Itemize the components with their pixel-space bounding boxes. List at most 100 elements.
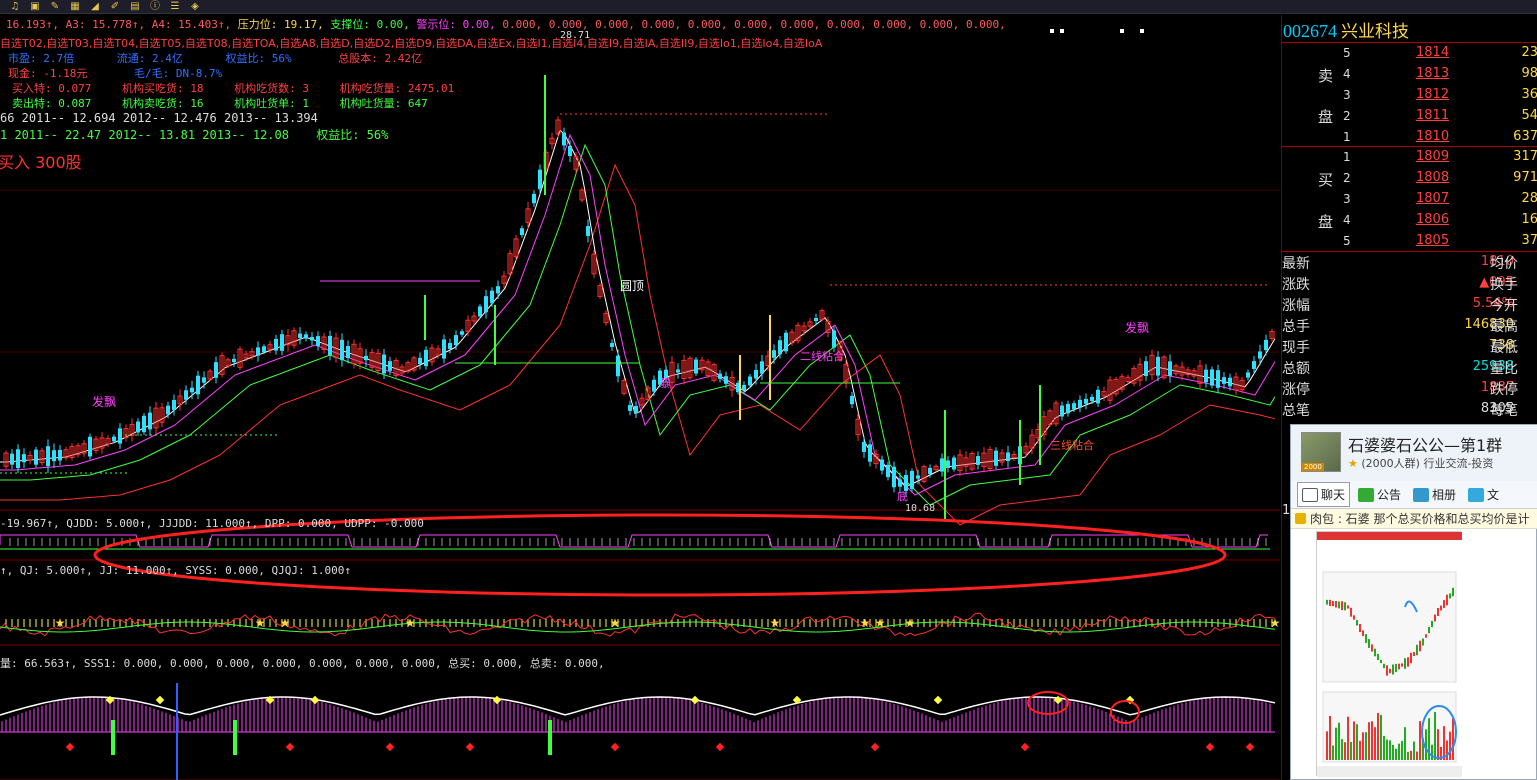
group-name[interactable]: 石婆婆石公公—第1群 [1348,432,1502,456]
preview-vol-bar [1359,740,1361,760]
draw-icon[interactable]: ✐ [108,1,122,13]
preview-vol-bar [1335,727,1337,760]
ask-row[interactable]: 4 1813 98 [1282,64,1537,85]
ask-row[interactable]: 5 1814 23 [1282,43,1537,64]
lock-icon [1295,513,1306,524]
tab-chat[interactable]: 聊天 [1297,482,1351,507]
candle-body [1222,377,1226,384]
bid-volume: 37 [1521,233,1537,248]
ask-level: 1 [1343,130,1351,144]
candle-body [88,436,92,457]
chat-image-preview[interactable] [1316,531,1462,777]
highlight-ellipse [1110,700,1140,724]
er-xian-label: 二线粘合 [800,350,844,363]
star-icon: ★ [280,616,291,630]
star-icon: ★ [905,616,916,630]
quote-row: 总额 25938 量比 [1282,357,1537,378]
quote-label-2: 每笔 [1490,403,1518,419]
tab-files[interactable]: 文 [1464,483,1503,506]
preview-vol-bar [1374,727,1376,760]
bid-row[interactable]: 3 1807 28 [1282,189,1537,210]
bid-row[interactable]: 1 1809 317 [1282,147,1537,168]
image-icon [1413,487,1430,502]
quote-label: 涨跌 [1282,277,1310,293]
ma5-line [0,129,1276,487]
ask-volume: 36 [1521,87,1537,102]
star-icon: ★ [1348,457,1358,470]
preview-candle [1347,605,1349,609]
preview-vol-bar [1392,744,1394,760]
tab-notice[interactable]: 公告 [1354,483,1405,506]
candle-body [1078,399,1082,408]
preview-vol-bar [1407,751,1409,760]
candle-body [898,479,902,487]
candle-body [22,454,26,463]
preview-candle [1368,639,1370,648]
folder-icon [1468,487,1485,502]
candle-body [190,387,194,393]
layers-icon[interactable]: ☰ [168,1,182,13]
candle-body [952,457,956,470]
warn-level: 警示位: 0.00, [416,18,496,31]
preview-vol-bar [1338,722,1340,760]
quote-label-2: 量比 [1490,361,1518,377]
ruler-icon[interactable]: ◢ [88,1,102,13]
candle-body [454,335,458,346]
star-marker [1140,29,1144,33]
candle-body [112,436,116,442]
preview-vol-bar [1326,731,1328,760]
ma60-line [0,163,1276,526]
preview-vol-bar [1434,712,1436,760]
doc-icon[interactable]: ▤ [128,1,142,13]
candle-body [532,193,536,204]
grid-icon[interactable]: ▦ [68,1,82,13]
candle-body [892,466,896,488]
toolbar: ♫ ▣ ✎ ▦ ◢ ✐ ▤ ⓘ ☰ ◈ [0,0,1537,14]
group-avatar[interactable]: 2000 [1301,432,1341,472]
stock-name: 兴业科技 [1341,22,1409,41]
kline-chart-area[interactable]: ★ ★ ★ ★ ★ ★ ★ ★ ★ ★ 16.193↑, A3: 15.778↑, A4: 15.… [0,15,1280,780]
candle-body [142,415,146,433]
mark-icon[interactable]: ▣ [28,1,42,13]
chat-notice-bar[interactable]: 肉包 : 石婆 那个总买价格和总买均价是计 [1291,509,1537,529]
candle-body [694,359,698,374]
candle-body [994,450,998,466]
bell-icon[interactable]: ♫ [8,1,22,13]
bvps-line: 1 2011-- 22.47 2012-- 13.81 2013-- 12.08… [0,126,388,143]
bid-row[interactable]: 5 1805 37 [1282,231,1537,252]
bid-row[interactable]: 4 1806 16 [1282,210,1537,231]
help-icon[interactable]: ◈ [188,1,202,13]
preview-vol-bar [1356,724,1358,760]
star-icon: ★ [875,616,886,630]
edit-icon[interactable]: ✎ [48,1,62,13]
preview-vol-bar [1389,740,1391,760]
ask-row[interactable]: 3 1812 36 [1282,85,1537,106]
preview-chart [1317,532,1462,777]
candle-body [610,343,614,347]
bao-label: 暴 [660,377,671,390]
ask-row[interactable]: 1 1810 637 [1282,127,1537,148]
info-icon[interactable]: ⓘ [148,1,162,13]
preview-candle [1407,657,1409,667]
candle-body [274,338,278,351]
candle-body [346,346,350,358]
quote-label: 涨幅 [1282,298,1310,314]
bid-volume: 971 [1513,170,1537,185]
preview-vol-bar [1332,745,1334,760]
chat-window[interactable]: 2000 石婆婆石公公—第1群 ★ (2000人群) 行业交流-投资 聊天 公告… [1290,424,1537,780]
preview-candle [1335,601,1337,608]
chat-header: 2000 石婆婆石公公—第1群 ★ (2000人群) 行业交流-投资 [1291,425,1537,481]
flag-icon [1358,487,1375,502]
bid-row[interactable]: 2 1808 971 [1282,168,1537,189]
candle-body [256,347,260,356]
candle-body [172,399,176,411]
candle-body [928,467,932,475]
ask-row[interactable]: 2 1811 54 [1282,106,1537,127]
tab-album[interactable]: 相册 [1409,483,1460,506]
sell-special: 卖出特: 0.087 [12,97,92,110]
bid-volume: 28 [1521,191,1537,206]
candle-body [1228,377,1232,387]
candle-body [1084,398,1088,404]
cash-line: 现金: -1.18元 毛/毛: DN-8.7% [8,65,222,81]
buy-stats-line: 买入特: 0.077 机构买吃货: 18 机构吃货数: 3 机构吃货量: 247… [12,80,454,96]
